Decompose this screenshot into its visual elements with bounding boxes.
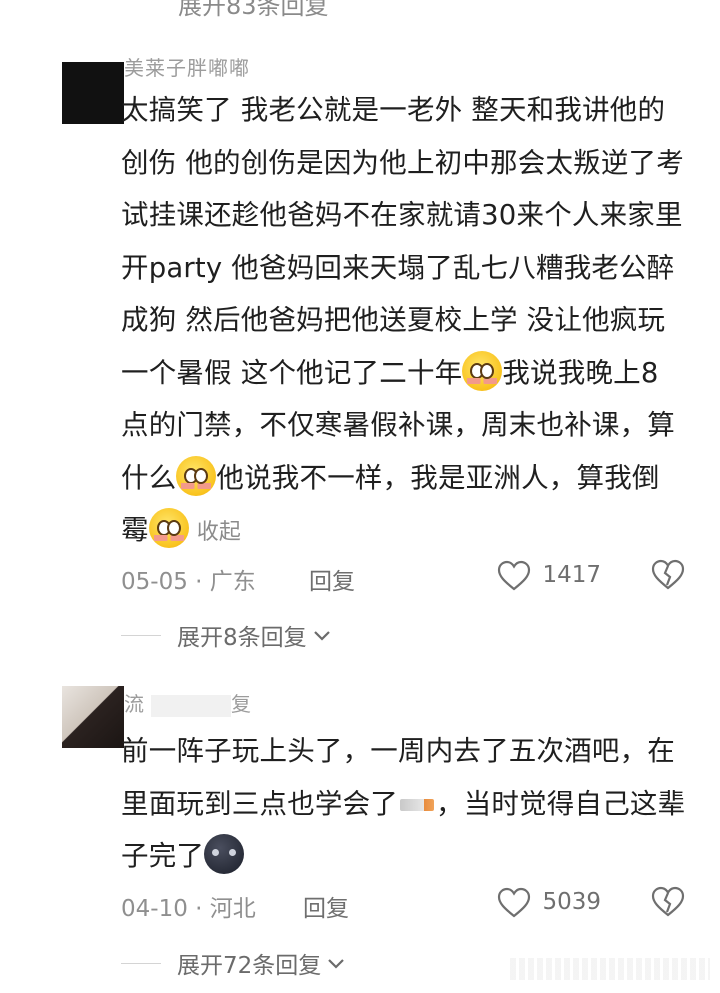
divider-line bbox=[121, 634, 161, 636]
reply-button[interactable]: 回复 bbox=[303, 889, 349, 923]
expand-replies-label: 展开72条回复 bbox=[177, 953, 322, 979]
watermark bbox=[510, 958, 710, 980]
broken-heart-icon[interactable] bbox=[651, 559, 685, 597]
expand-replies-button[interactable]: 展开8条回复 bbox=[121, 618, 331, 652]
comment-text-part: 太搞笑了 我老公就是一老外 整天和我讲他的创伤 他的创伤是因为他上初中那会太叛逆… bbox=[121, 94, 684, 389]
comment-text: 太搞笑了 我老公就是一老外 整天和我讲他的创伤 他的创伤是因为他上初中那会太叛逆… bbox=[121, 84, 686, 560]
previous-expand-replies[interactable]: 展开83条回复 bbox=[178, 0, 329, 21]
heart-outline-icon[interactable] bbox=[497, 887, 531, 925]
dark-moon-face-emoji-icon bbox=[204, 834, 245, 874]
comment-date-location: 05-05 · 广东 bbox=[121, 569, 256, 595]
expand-replies-button[interactable]: 展开72条回复 bbox=[121, 946, 345, 980]
heart-outline-icon[interactable] bbox=[497, 560, 531, 598]
like-count: 1417 bbox=[542, 562, 601, 588]
comment-date-location: 04-10 · 河北 bbox=[121, 896, 256, 922]
blushing-smile-emoji-icon bbox=[462, 350, 503, 391]
reply-button[interactable]: 回复 bbox=[309, 562, 355, 596]
comment-username[interactable]: 美莱子胖嘟嘟 bbox=[124, 52, 250, 81]
chevron-down-icon bbox=[313, 622, 331, 648]
like-count: 5039 bbox=[542, 889, 601, 915]
avatar[interactable] bbox=[62, 62, 124, 124]
divider-line bbox=[121, 962, 161, 964]
comment-meta: 04-10 · 河北 回复 5039 bbox=[121, 883, 691, 923]
expand-replies-label: 展开8条回复 bbox=[177, 625, 307, 651]
comment-meta: 05-05 · 广东 回复 1417 bbox=[121, 556, 691, 596]
chevron-down-icon bbox=[327, 950, 345, 976]
broken-heart-icon[interactable] bbox=[651, 886, 685, 924]
cigarette-emoji-icon bbox=[400, 798, 434, 811]
collapse-link[interactable]: 收起 bbox=[197, 520, 241, 545]
avatar[interactable] bbox=[62, 686, 124, 748]
comment-username[interactable]: 流复 bbox=[124, 688, 252, 717]
comment-text: 前一阵子玩上头了，一周内去了五次酒吧，在里面玩到三点也学会了 ，当时觉得自己这辈子… bbox=[121, 725, 686, 883]
blushing-smile-emoji-icon bbox=[176, 455, 217, 496]
blushing-smile-emoji-icon bbox=[148, 508, 189, 548]
